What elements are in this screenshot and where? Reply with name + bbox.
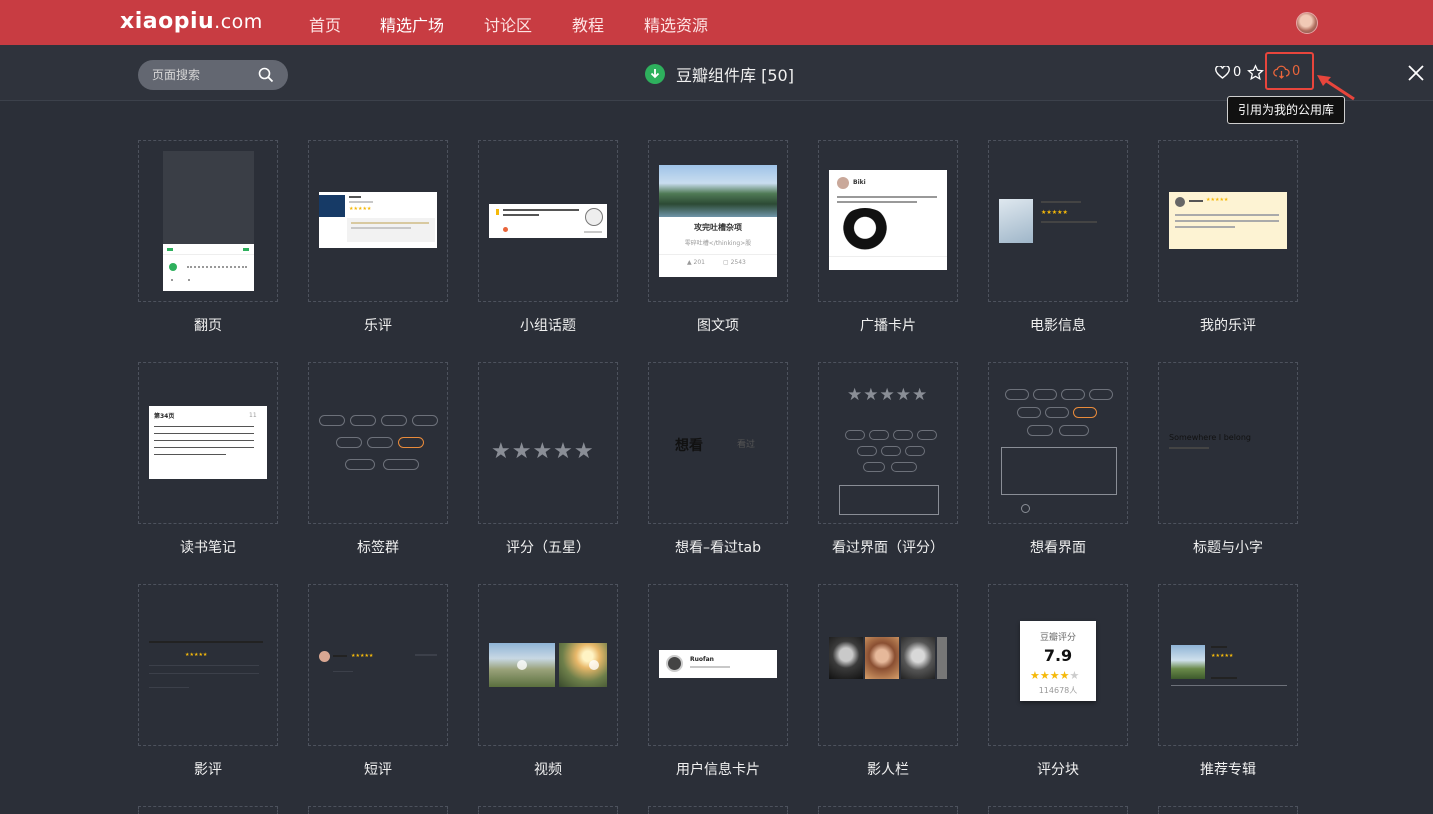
component-label: 电影信息	[1030, 318, 1086, 334]
component-label: 影评	[194, 762, 222, 778]
heart-icon	[1215, 66, 1230, 79]
search-icon[interactable]	[258, 67, 274, 83]
nav-item-featured-square[interactable]: 精选广场	[380, 12, 444, 36]
component-label: 广播卡片	[860, 318, 916, 334]
component-card-music-review[interactable]: ★★★★★	[308, 140, 448, 302]
component-card-five-star-rating[interactable]: ★★★★★	[478, 362, 618, 524]
five-star-icon: ★★★★★	[491, 439, 595, 464]
component-card[interactable]	[818, 806, 958, 814]
component-label: 用户信息卡片	[676, 762, 760, 778]
component-label: 标签群	[357, 540, 399, 556]
component-card-video[interactable]	[478, 584, 618, 746]
component-card[interactable]	[478, 806, 618, 814]
component-card[interactable]	[308, 806, 448, 814]
top-nav: xiaopiu.com 首页 精选广场 讨论区 教程 精选资源	[0, 0, 1433, 45]
component-label: 小组话题	[520, 318, 576, 334]
component-card[interactable]	[1158, 806, 1298, 814]
nav-item-tutorial[interactable]: 教程	[572, 12, 604, 36]
component-card-tag-group[interactable]	[308, 362, 448, 524]
component-card[interactable]	[138, 806, 278, 814]
component-card-group-topic[interactable]	[478, 140, 618, 302]
search-input[interactable]	[152, 65, 257, 85]
component-label: 推荐专辑	[1200, 762, 1256, 778]
download-icon[interactable]	[645, 64, 665, 84]
user-info-preview: Ruofan	[659, 650, 777, 678]
component-card-want-view[interactable]	[988, 362, 1128, 524]
video-thumbnail	[559, 643, 607, 687]
reading-note-preview: 第34页 11	[149, 406, 267, 479]
close-icon[interactable]	[1407, 64, 1425, 82]
rating-block-preview: 豆瓣评分 7.9 ★★★★★ 114678人	[1020, 621, 1096, 701]
nav-item-home[interactable]: 首页	[309, 12, 341, 36]
component-label: 看过界面（评分）	[832, 540, 944, 556]
component-card-seen-rating-view[interactable]: ★★★★★	[818, 362, 958, 524]
component-label: 评分块	[1037, 762, 1079, 778]
like-button[interactable]: 0	[1215, 65, 1241, 80]
video-thumbnail	[489, 643, 555, 687]
pagination-preview	[163, 151, 254, 291]
component-label: 评分（五星）	[506, 540, 590, 556]
component-label: 短评	[364, 762, 392, 778]
component-card-movie-info[interactable]: ★★★★★	[988, 140, 1128, 302]
movie-poster	[999, 199, 1033, 243]
component-card-want-seen-tab[interactable]: 想看 看过	[648, 362, 788, 524]
logo[interactable]: xiaopiu.com	[120, 9, 263, 34]
component-label: 想看界面	[1030, 540, 1086, 556]
component-card[interactable]	[648, 806, 788, 814]
component-card-movie-review[interactable]: ★★★★★	[138, 584, 278, 746]
page-search[interactable]	[138, 60, 288, 90]
component-card-title-subtitle[interactable]: Somewhere I belong	[1158, 362, 1298, 524]
component-label: 图文项	[697, 318, 739, 334]
library-toolbar: 豆瓣组件库 [50] 0 0	[0, 45, 1433, 101]
component-card-user-info[interactable]: Ruofan	[648, 584, 788, 746]
user-avatar[interactable]	[1296, 12, 1318, 34]
component-label: 读书笔记	[180, 540, 236, 556]
component-card-rating-block[interactable]: 豆瓣评分 7.9 ★★★★★ 114678人	[988, 584, 1128, 746]
image-text-preview: 攻完吐槽杂项 零碎吐槽</thinking>股 ▲ 201 ▢ 2543	[659, 165, 777, 277]
component-card-pagination[interactable]	[138, 140, 278, 302]
cite-tooltip: 引用为我的公用库	[1227, 96, 1345, 124]
component-card-broadcast[interactable]: Biki	[818, 140, 958, 302]
component-card-short-review[interactable]: ★★★★★	[308, 584, 448, 746]
nav-item-discussion[interactable]: 讨论区	[484, 12, 532, 36]
rating-stars-icon: ★★★★★	[1030, 669, 1080, 682]
component-label: 影人栏	[867, 762, 909, 778]
music-review-preview: ★★★★★	[319, 192, 437, 248]
component-label: 标题与小字	[1193, 540, 1263, 556]
component-card-reading-note[interactable]: 第34页 11	[138, 362, 278, 524]
library-title: 豆瓣组件库 [50]	[645, 63, 794, 85]
rating-stars-icon: ★★★★★	[847, 385, 929, 405]
cite-as-public-library-button[interactable]: 0	[1273, 64, 1300, 79]
component-card-cast-bar[interactable]	[818, 584, 958, 746]
library-title-text: 豆瓣组件库 [50]	[676, 66, 794, 85]
cite-count: 0	[1292, 64, 1301, 79]
broadcast-preview: Biki	[829, 170, 947, 270]
group-topic-preview	[489, 204, 607, 238]
component-card-image-text[interactable]: 攻完吐槽杂项 零碎吐槽</thinking>股 ▲ 201 ▢ 2543	[648, 140, 788, 302]
cloud-download-icon	[1273, 65, 1290, 79]
component-label: 我的乐评	[1200, 318, 1256, 334]
component-card-my-music-review[interactable]: ★★★★★	[1158, 140, 1298, 302]
favorite-star-icon[interactable]	[1247, 64, 1264, 81]
component-label: 翻页	[194, 318, 222, 334]
like-count: 0	[1233, 65, 1242, 80]
component-card-recommended-album[interactable]: ★★★★★	[1158, 584, 1298, 746]
component-label: 视频	[534, 762, 562, 778]
my-music-review-preview: ★★★★★	[1169, 192, 1287, 249]
nav-item-resources[interactable]: 精选资源	[644, 12, 708, 36]
component-label: 想看–看过tab	[675, 540, 761, 556]
component-label: 乐评	[364, 318, 392, 334]
component-card[interactable]	[988, 806, 1128, 814]
